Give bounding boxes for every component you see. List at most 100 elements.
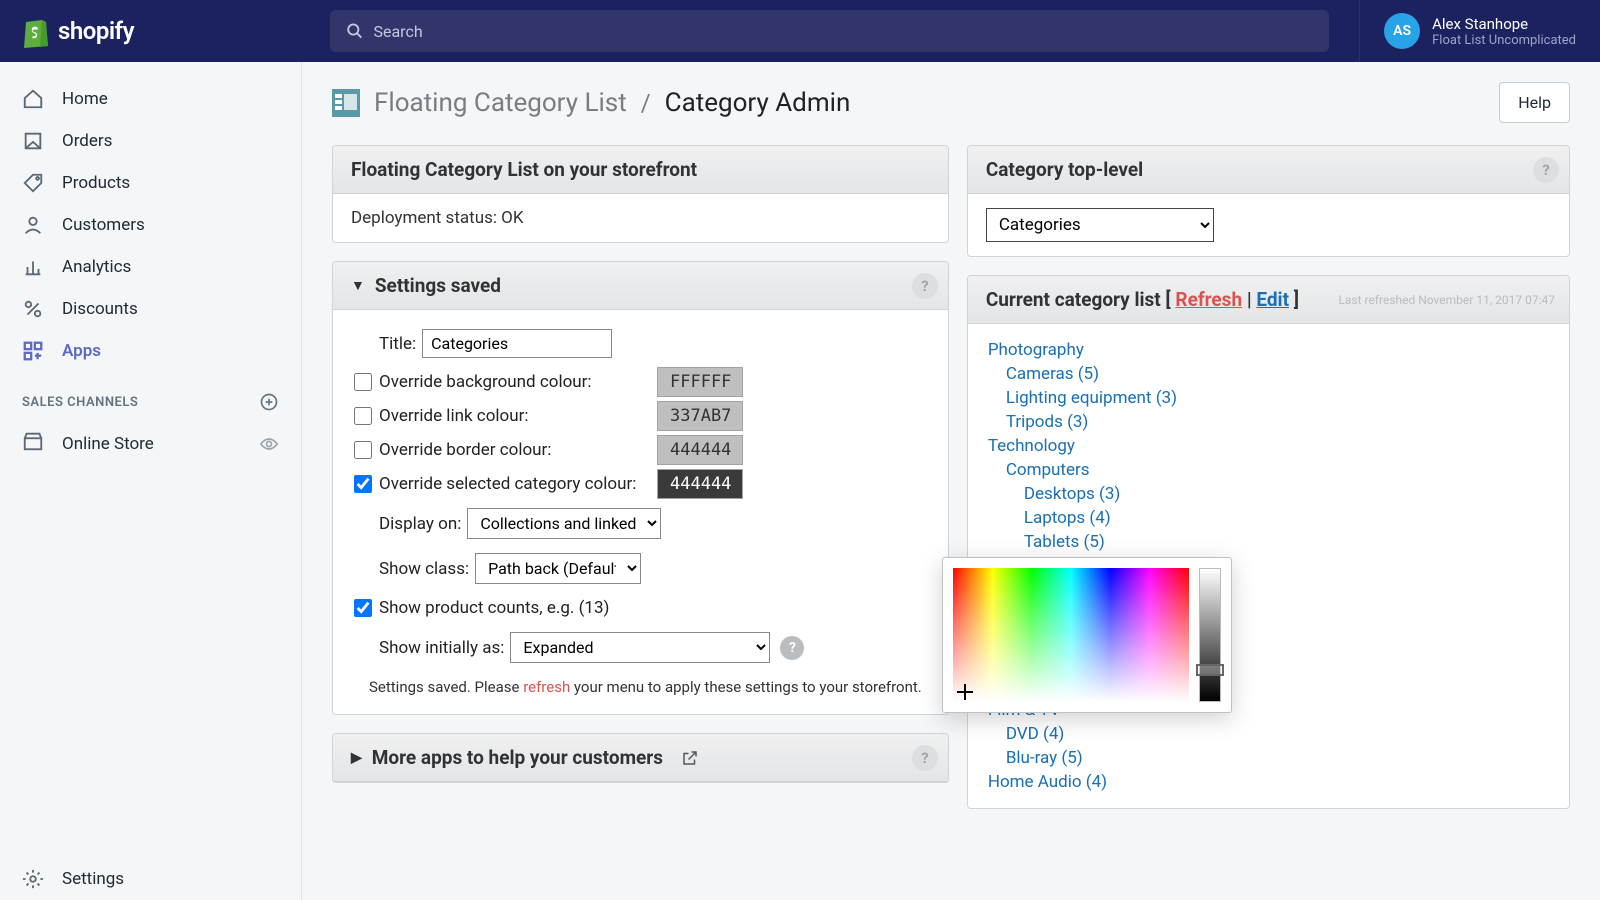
nav-label: Orders (62, 131, 112, 151)
user-menu[interactable]: AS Alex Stanhope Float List Uncomplicate… (1359, 0, 1600, 62)
category-link[interactable]: Blu-ray (5) (988, 746, 1549, 770)
home-icon (22, 88, 44, 110)
brand-logo[interactable]: shopify (0, 14, 300, 48)
deployment-status: Deployment status: OK (333, 194, 948, 242)
category-link[interactable]: Tripods (3) (988, 410, 1549, 434)
sales-channels-header: SALES CHANNELS (0, 372, 301, 420)
panel-settings: ▼ Settings saved ? Title: Override backg… (332, 261, 949, 715)
row-border: Override border colour: 444444 (347, 433, 934, 467)
row-display: Display on: Collections and linked p (347, 501, 934, 546)
edit-list-link[interactable]: Edit (1256, 288, 1289, 311)
nav-orders[interactable]: Orders (0, 120, 301, 162)
row-initial: Show initially as: Expanded ? (347, 625, 934, 670)
category-link[interactable]: Tablets (5) (988, 530, 1549, 554)
help-icon[interactable]: ? (912, 745, 938, 771)
orders-icon (22, 130, 44, 152)
checkbox-bg[interactable] (354, 373, 372, 391)
nav-products[interactable]: Products (0, 162, 301, 204)
app-icon (332, 89, 360, 117)
eye-icon[interactable] (259, 434, 279, 454)
help-icon[interactable]: ? (912, 273, 938, 299)
breadcrumb-separator: / (641, 89, 651, 117)
color-picker-lightness[interactable] (1199, 568, 1221, 702)
panel-categories-header: Current category list [ Refresh | Edit ]… (968, 276, 1569, 324)
panel-title: Category top-level (986, 158, 1143, 181)
external-link-icon (681, 749, 699, 767)
swatch-link[interactable]: 337AB7 (657, 401, 743, 431)
chevron-right-icon: ▶ (351, 750, 362, 766)
input-title[interactable] (422, 329, 612, 358)
sales-channels-label: SALES CHANNELS (22, 395, 138, 410)
panel-title: More apps to help your customers (372, 746, 663, 769)
nav-apps[interactable]: Apps (0, 330, 301, 372)
chevron-down-icon: ▼ (351, 277, 365, 294)
nav-settings[interactable]: Settings (0, 858, 301, 900)
nav-label: Discounts (62, 299, 138, 319)
swatch-bg[interactable]: FFFFFF (657, 367, 743, 397)
panel-deployment: Floating Category List on your storefron… (332, 145, 949, 243)
row-bg: Override background colour: FFFFFF (347, 365, 934, 399)
color-picker[interactable] (942, 557, 1232, 713)
panel-more-apps-header[interactable]: ▶ More apps to help your customers ? (333, 734, 948, 782)
select-initial[interactable]: Expanded (510, 632, 770, 663)
add-channel-icon[interactable] (259, 392, 279, 412)
gear-icon (22, 868, 44, 890)
row-title: Title: (347, 322, 934, 365)
label-border: Override border colour: (379, 440, 551, 460)
category-link[interactable]: Cameras (5) (988, 362, 1549, 386)
refresh-link[interactable]: refresh (523, 678, 570, 696)
percent-icon (22, 298, 44, 320)
nav-label: Settings (62, 869, 124, 889)
row-showclass: Show class: Path back (Default) (347, 546, 934, 591)
user-store: Float List Uncomplicated (1432, 33, 1576, 48)
select-showclass[interactable]: Path back (Default) (475, 553, 641, 584)
swatch-border[interactable]: 444444 (657, 435, 743, 465)
breadcrumb: Floating Category List / Category Admin … (332, 82, 1570, 123)
checkbox-link[interactable] (354, 407, 372, 425)
nav-home[interactable]: Home (0, 78, 301, 120)
sidebar: Home Orders Products Customers Analytics… (0, 62, 302, 900)
select-toplevel[interactable]: Categories (986, 208, 1214, 242)
category-link[interactable]: Computers (988, 458, 1549, 482)
label-initial: Show initially as: (379, 638, 504, 658)
label-showclass: Show class: (379, 559, 469, 579)
nav-label: Analytics (62, 257, 131, 277)
category-link[interactable]: Lighting equipment (3) (988, 386, 1549, 410)
panel-more-apps: ▶ More apps to help your customers ? (332, 733, 949, 783)
search-input[interactable] (373, 22, 1313, 41)
help-button[interactable]: Help (1499, 82, 1570, 123)
brand-name: shopify (58, 17, 134, 45)
label-counts: Show product counts, e.g. (13) (379, 598, 609, 618)
nav-label: Customers (62, 215, 145, 235)
nav-customers[interactable]: Customers (0, 204, 301, 246)
panel-title: Settings saved (375, 274, 501, 297)
settings-saved-note: Settings saved. Please refresh your menu… (347, 670, 934, 700)
panel-settings-header[interactable]: ▼ Settings saved ? (333, 262, 948, 310)
category-link[interactable]: Desktops (3) (988, 482, 1549, 506)
panel-categories: Current category list [ Refresh | Edit ]… (967, 275, 1570, 809)
category-link[interactable]: Laptops (4) (988, 506, 1549, 530)
breadcrumb-app[interactable]: Floating Category List (374, 88, 627, 118)
refresh-list-link[interactable]: Refresh (1175, 288, 1242, 311)
category-link[interactable]: Technology (988, 434, 1549, 458)
nav-analytics[interactable]: Analytics (0, 246, 301, 288)
slider-handle[interactable] (1196, 664, 1224, 676)
category-link[interactable]: Photography (988, 338, 1549, 362)
nav-label: Home (62, 89, 108, 109)
help-icon[interactable]: ? (1533, 157, 1559, 183)
nav-discounts[interactable]: Discounts (0, 288, 301, 330)
swatch-selcat[interactable]: 444444 (657, 469, 743, 499)
checkbox-selcat[interactable] (354, 475, 372, 493)
search-box[interactable] (330, 10, 1329, 52)
category-link[interactable]: DVD (4) (988, 722, 1549, 746)
category-link[interactable]: Home Audio (4) (988, 770, 1549, 794)
help-icon[interactable]: ? (780, 636, 804, 660)
panel-toplevel-header: Category top-level ? (968, 146, 1569, 194)
select-display[interactable]: Collections and linked p (467, 508, 661, 539)
label-display: Display on: (379, 514, 461, 534)
checkbox-counts[interactable] (354, 599, 372, 617)
color-picker-spectrum[interactable] (953, 568, 1189, 702)
row-counts: Show product counts, e.g. (13) (347, 591, 934, 625)
channel-online-store[interactable]: Online Store (0, 420, 301, 467)
checkbox-border[interactable] (354, 441, 372, 459)
